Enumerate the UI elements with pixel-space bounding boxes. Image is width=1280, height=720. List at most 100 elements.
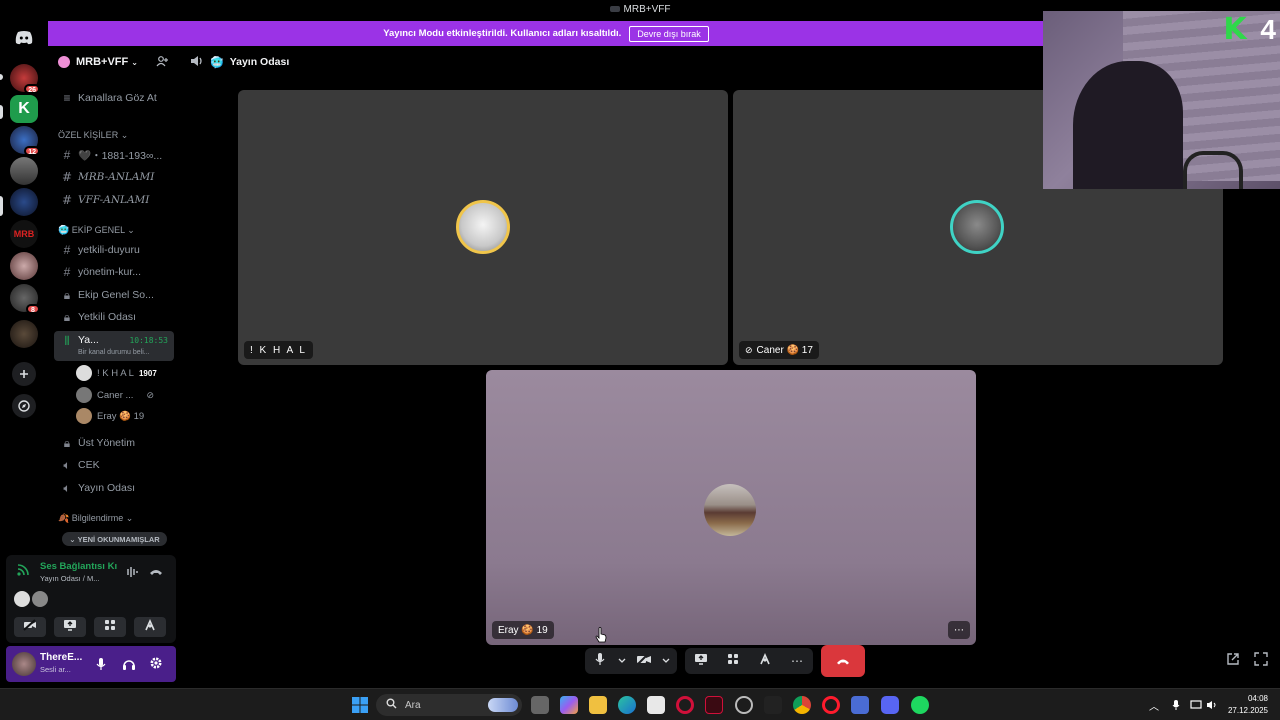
voice-member[interactable]: Caner ... ⊘ bbox=[76, 385, 154, 405]
channel-label: Yayın Odası bbox=[78, 482, 136, 494]
channel-mrb-anlami[interactable]: # MRB-ANLAMI bbox=[54, 167, 174, 187]
chevron-up-icon[interactable]: ︿ bbox=[1147, 698, 1161, 713]
file-explorer-icon[interactable] bbox=[589, 696, 607, 714]
username[interactable]: ThereE... bbox=[40, 652, 82, 663]
network-icon[interactable] bbox=[1189, 698, 1203, 712]
app-icon[interactable] bbox=[705, 696, 723, 714]
more-options-button[interactable]: ⋯ bbox=[781, 648, 813, 674]
server-icon-8[interactable]: 8 bbox=[10, 284, 40, 314]
discover-icon[interactable] bbox=[12, 394, 36, 418]
soundboard-button[interactable] bbox=[749, 648, 781, 674]
mute-button[interactable] bbox=[585, 648, 615, 674]
hand-cursor-icon bbox=[595, 627, 607, 648]
video-tile-eray[interactable]: Eray 🍪 19 ⋯ bbox=[486, 370, 976, 645]
category-label: Bilgilendirme bbox=[71, 513, 124, 523]
add-server-icon[interactable] bbox=[12, 362, 36, 386]
disable-streamer-mode-button[interactable]: Devre dışı bırak bbox=[629, 25, 709, 42]
channel-voice-active[interactable]: ⦀ Ya... 10:18:53 Bir kanal durumu beli..… bbox=[54, 331, 174, 361]
more-options-icon[interactable]: ⋯ bbox=[948, 621, 970, 639]
server-icon-7[interactable] bbox=[10, 252, 38, 280]
volume-icon[interactable] bbox=[1205, 698, 1219, 712]
mention-badge: 12 bbox=[24, 146, 40, 156]
screen-share-button[interactable] bbox=[54, 617, 86, 637]
new-unreads-button[interactable]: ⌄ YENİ OKUNMAMIŞLAR bbox=[62, 532, 167, 546]
taskbar-search[interactable]: Ara bbox=[376, 694, 522, 716]
category-info[interactable]: 🍂 Bilgilendirme ⌄ bbox=[58, 513, 133, 524]
selected-pill bbox=[0, 105, 3, 119]
invite-icon[interactable] bbox=[156, 55, 168, 70]
channel-yonetim-kurulu[interactable]: # yönetim-kur... bbox=[54, 262, 174, 282]
screen-share-button[interactable] bbox=[685, 648, 717, 674]
fullscreen-button[interactable] bbox=[1252, 651, 1270, 670]
avatar[interactable] bbox=[12, 652, 36, 676]
member-name: Caner ... bbox=[97, 389, 134, 401]
channel-1881[interactable]: # 🖤・1881-193∞... bbox=[54, 145, 174, 165]
connected-channel[interactable]: Yayın Odası / M... bbox=[40, 574, 99, 583]
app-icon[interactable] bbox=[764, 696, 782, 714]
discord-home-icon[interactable] bbox=[10, 24, 38, 52]
channel-cek[interactable]: 🔈︎ CEK bbox=[54, 455, 174, 475]
opera-icon[interactable] bbox=[822, 696, 840, 714]
server-icon-3[interactable]: 12 bbox=[10, 126, 40, 156]
server-icon-4[interactable] bbox=[10, 157, 38, 185]
server-icon-1[interactable]: 26 bbox=[10, 64, 40, 94]
server-icon-5[interactable] bbox=[10, 188, 38, 216]
taskbar: Ara ︿ 04:08 27.12.2025 bbox=[0, 688, 1280, 720]
voice-member[interactable]: Eray 🍪 19 bbox=[76, 406, 144, 426]
pop-out-button[interactable] bbox=[1224, 652, 1242, 670]
channel-yetkili-duyuru[interactable]: # yetkili-duyuru bbox=[54, 240, 174, 260]
camera-off-button[interactable] bbox=[14, 617, 46, 637]
noise-suppression-icon[interactable] bbox=[124, 565, 138, 583]
channel-vff-anlami[interactable]: # VFF-ANLAMI bbox=[54, 190, 174, 210]
guild-header[interactable]: MRB+VFF ⌄ bbox=[48, 46, 180, 78]
signal-icon[interactable] bbox=[16, 563, 30, 582]
task-view-icon[interactable] bbox=[531, 696, 549, 714]
copilot-icon[interactable] bbox=[560, 696, 578, 714]
edge-icon[interactable] bbox=[618, 696, 636, 714]
disconnect-call-button[interactable] bbox=[821, 645, 865, 677]
windows-start-icon[interactable] bbox=[351, 696, 369, 714]
spotify-icon[interactable] bbox=[911, 696, 929, 714]
discord-taskbar-icon[interactable] bbox=[881, 696, 899, 714]
server-icon-mrb[interactable]: MRB bbox=[10, 220, 38, 248]
voice-member[interactable]: ! K H A L 1907 bbox=[76, 363, 157, 383]
member-name: Eray 🍪 19 bbox=[97, 410, 145, 422]
category-team[interactable]: 🥶 EKİP GENEL ⌄ bbox=[58, 225, 135, 236]
channel-ust-yonetim[interactable]: 🔒︎ Üst Yönetim bbox=[54, 433, 174, 453]
snowflake-icon: 🥶 bbox=[210, 56, 224, 69]
mic-options-chevron-down-icon[interactable] bbox=[615, 648, 629, 674]
window-title-text: MRB+VFF bbox=[623, 4, 671, 15]
camera-options-chevron-down-icon[interactable] bbox=[659, 648, 673, 674]
store-icon[interactable] bbox=[647, 696, 665, 714]
channel-yayin-odasi[interactable]: 🔈︎ Yayın Odası bbox=[54, 478, 174, 498]
headphones-icon[interactable] bbox=[122, 657, 136, 676]
category-label: EKİP GENEL bbox=[71, 225, 125, 235]
activities-button[interactable] bbox=[94, 617, 126, 637]
clock[interactable]: 04:08 27.12.2025 bbox=[1228, 693, 1268, 717]
mic-camera-controls bbox=[585, 648, 677, 674]
settings-gear-icon[interactable] bbox=[149, 656, 163, 675]
server-icon-9[interactable] bbox=[10, 320, 38, 348]
speaker-icon: 🔈︎ bbox=[63, 480, 71, 495]
speaker-icon bbox=[190, 55, 204, 70]
category-private[interactable]: ÖZEL KİŞİLER ⌄ bbox=[58, 130, 128, 141]
soundboard-button[interactable] bbox=[134, 617, 166, 637]
browse-channels[interactable]: ≡ Kanallara Göz At bbox=[54, 88, 174, 108]
microphone-icon[interactable] bbox=[1169, 698, 1183, 712]
server-icon-k[interactable]: K bbox=[10, 95, 38, 123]
active-pill bbox=[0, 196, 3, 216]
avatar bbox=[14, 591, 30, 607]
channel-yetkili-odasi[interactable]: 🔒︎ Yetkili Odası bbox=[54, 307, 174, 327]
camera-button[interactable] bbox=[629, 648, 659, 674]
chrome-icon[interactable] bbox=[793, 696, 811, 714]
streamer-mode-banner: Yayıncı Modu etkinleştirildi. Kullanıcı … bbox=[48, 21, 1044, 46]
video-tile-ikhal[interactable]: ! K H A L bbox=[238, 90, 728, 365]
microphone-icon[interactable] bbox=[96, 657, 106, 676]
activities-button[interactable] bbox=[717, 648, 749, 674]
app-icon[interactable] bbox=[851, 696, 869, 714]
app-icon[interactable] bbox=[735, 696, 753, 714]
hash-icon: # bbox=[63, 243, 71, 257]
disconnect-icon[interactable] bbox=[149, 565, 163, 583]
opera-gx-icon[interactable] bbox=[676, 696, 694, 714]
channel-ekip-genel[interactable]: 🔒︎ Ekip Genel So... bbox=[54, 285, 174, 305]
